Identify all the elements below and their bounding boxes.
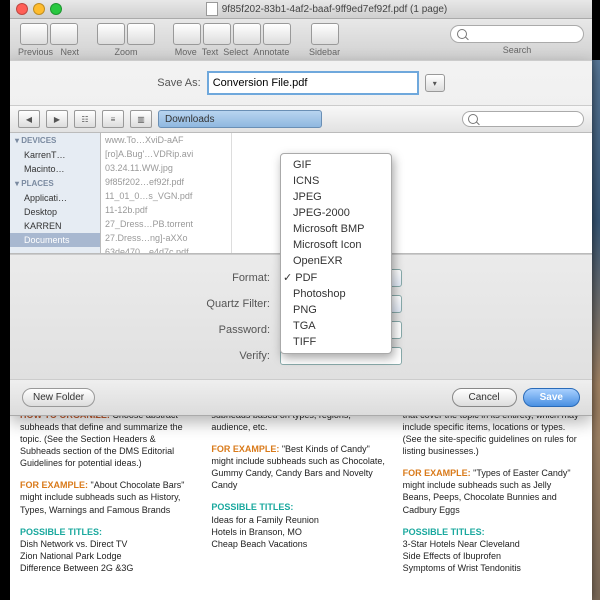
file-item[interactable]: 63de470…e4d7c.pdf [101,245,231,253]
zoom-in-button[interactable] [127,23,155,45]
file-item[interactable]: [ro]A.Bug'…VDRip.avi [101,147,231,161]
sidebar-device-item[interactable]: Macinto… [10,162,100,176]
back-button[interactable]: ◀ [18,110,40,128]
minimize-button[interactable] [33,3,45,15]
pdf-doc-icon [206,2,218,16]
select-tool-button[interactable] [233,23,261,45]
sidebar-place-item[interactable]: KARREN [10,219,100,233]
format-option-bmp[interactable]: Microsoft BMP [281,221,391,237]
new-folder-button[interactable]: New Folder [22,388,95,407]
prev-page-button[interactable] [20,23,48,45]
expand-collapse-button[interactable]: ▾ [425,74,445,92]
sidebar-toggle-button[interactable] [311,23,339,45]
file-item[interactable]: 9f85f202…ef92f.pdf [101,175,231,189]
format-option-jpeg2000[interactable]: JPEG-2000 [281,205,391,221]
cancel-button[interactable]: Cancel [452,388,517,407]
annotate-tool-button[interactable] [263,23,291,45]
list-view-button[interactable]: ≡ [102,110,124,128]
sidebar-place-item[interactable]: Applicati… [10,191,100,205]
search-icon [468,114,478,124]
format-option-tiff[interactable]: TIFF [281,334,391,350]
quartz-filter-label: Quartz Filter: [10,298,280,310]
file-item[interactable]: www.To…XviD-aAF [101,133,231,147]
format-option-photoshop[interactable]: Photoshop [281,286,391,302]
format-option-tga[interactable]: TGA [281,318,391,334]
forward-button[interactable]: ▶ [46,110,68,128]
window-titlebar: 9f85f202-83b1-4af2-baaf-9ff9ed7ef92f.pdf… [10,0,592,19]
toolbar-search-input[interactable] [450,25,584,43]
file-item[interactable]: 03.24.11.WW.jpg [101,161,231,175]
filename-input[interactable] [207,71,419,95]
close-button[interactable] [16,3,28,15]
format-option-openexr[interactable]: OpenEXR [281,253,391,269]
icon-view-button[interactable]: ☷ [74,110,96,128]
move-tool-button[interactable] [173,23,201,45]
password-label: Password: [10,324,280,336]
file-item[interactable]: 11_01_0…s_VGN.pdf [101,189,231,203]
sidebar-place-item[interactable]: Documents [10,233,100,247]
format-option-png[interactable]: PNG [281,302,391,318]
file-column: www.To…XviD-aAF [ro]A.Bug'…VDRip.avi 03.… [101,133,232,253]
save-dialog: Save As: ▾ ◀ ▶ ☷ ≡ ▥ Downloads ▾ DEVICES… [10,60,592,416]
column-view-button[interactable]: ▥ [130,110,152,128]
sidebar-device-item[interactable]: KarrenT… [10,148,100,162]
preview-toolbar: Previous Next Zoom Move Text Select Anno… [10,19,592,62]
format-option-gif[interactable]: GIF [281,157,391,173]
next-page-button[interactable] [50,23,78,45]
format-menu-open: GIF ICNS JPEG JPEG-2000 Microsoft BMP Mi… [280,153,392,354]
format-label: Format: [10,272,280,284]
save-button[interactable]: Save [523,388,580,407]
file-item[interactable]: 27.Dress…ng]-aXXo [101,231,231,245]
format-option-jpeg[interactable]: JPEG [281,189,391,205]
file-browser-search[interactable] [462,111,584,127]
format-option-icns[interactable]: ICNS [281,173,391,189]
window-title: 9f85f202-83b1-4af2-baaf-9ff9ed7ef92f.pdf… [222,4,448,15]
format-option-pdf[interactable]: PDF [281,269,391,286]
zoom-button[interactable] [50,3,62,15]
preview-window: 9f85f202-83b1-4af2-baaf-9ff9ed7ef92f.pdf… [10,0,592,600]
zoom-out-button[interactable] [97,23,125,45]
search-icon [457,29,467,39]
text-tool-button[interactable] [203,23,231,45]
sidebar-place-item[interactable]: Desktop [10,205,100,219]
places-sidebar: ▾ DEVICES KarrenT… Macinto… ▾ PLACES App… [10,133,101,253]
file-item[interactable]: 27_Dress…PB.torrent [101,217,231,231]
save-as-label: Save As: [157,77,200,89]
verify-label: Verify: [10,350,280,362]
location-popup[interactable]: Downloads [158,110,322,128]
format-option-icon[interactable]: Microsoft Icon [281,237,391,253]
file-item[interactable]: 11-12b.pdf [101,203,231,217]
